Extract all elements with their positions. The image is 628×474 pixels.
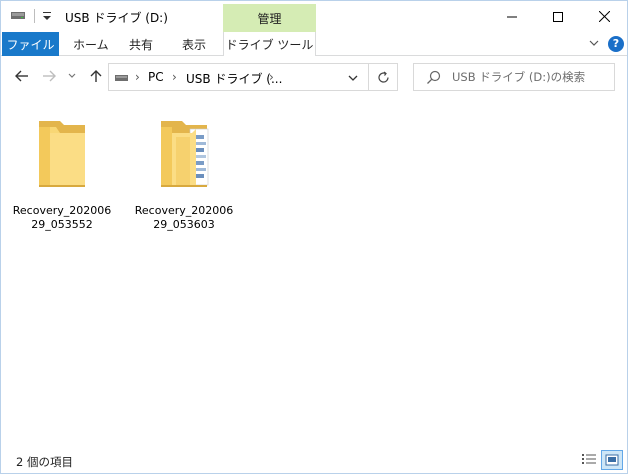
search-box[interactable] bbox=[413, 63, 615, 91]
tab-manage[interactable]: 管理 bbox=[223, 4, 316, 33]
folder-item[interactable]: Recovery_202006 29_053552 bbox=[11, 112, 113, 240]
details-view-button[interactable] bbox=[581, 451, 597, 467]
usb-drive-icon bbox=[11, 12, 25, 19]
search-input[interactable] bbox=[452, 64, 612, 90]
minimize-icon bbox=[507, 16, 517, 17]
expand-ribbon-icon[interactable] bbox=[589, 38, 599, 48]
title-separator bbox=[34, 9, 35, 23]
navigation-bar: › PC › USB ドライブ (... › bbox=[1, 56, 627, 98]
forward-button[interactable] bbox=[41, 68, 57, 84]
tab-home[interactable]: ホーム bbox=[73, 32, 109, 56]
back-button[interactable] bbox=[14, 68, 30, 84]
tab-share[interactable]: 共有 bbox=[129, 32, 153, 56]
tab-file[interactable]: ファイル bbox=[2, 32, 59, 56]
tab-view[interactable]: 表示 bbox=[182, 32, 206, 56]
tab-drive-tools[interactable]: ドライブ ツール bbox=[223, 32, 316, 56]
folder-name: Recovery_202006 29_053603 bbox=[134, 204, 234, 231]
up-button[interactable] bbox=[88, 68, 104, 84]
refresh-icon bbox=[377, 71, 389, 83]
quick-access-customize-icon[interactable] bbox=[42, 10, 52, 22]
maximize-button[interactable] bbox=[535, 1, 581, 32]
item-count: 2 個の項目 bbox=[16, 455, 73, 469]
maximize-icon bbox=[553, 11, 563, 22]
close-icon bbox=[598, 11, 610, 22]
arrow-left-icon bbox=[15, 70, 28, 82]
breadcrumb-separator[interactable]: › bbox=[269, 70, 274, 84]
folder-with-files-icon bbox=[161, 121, 209, 187]
recent-locations-button[interactable] bbox=[67, 68, 77, 84]
large-icons-view-button[interactable] bbox=[601, 450, 623, 470]
file-list: Recovery_202006 29_053552 Recovery_20200… bbox=[1, 98, 627, 446]
arrow-up-icon bbox=[90, 70, 102, 82]
search-icon bbox=[427, 70, 441, 84]
explorer-window: USB ドライブ (D:) 管理 ファイル ホーム 共有 表示 ドライブ ツール… bbox=[0, 0, 628, 474]
folder-name: Recovery_202006 29_053552 bbox=[12, 204, 112, 231]
close-button[interactable] bbox=[581, 1, 627, 32]
address-bar[interactable]: › PC › USB ドライブ (... › bbox=[108, 63, 369, 91]
folder-item[interactable]: Recovery_202006 29_053603 bbox=[133, 112, 235, 240]
chevron-down-icon[interactable] bbox=[347, 73, 359, 83]
help-button[interactable]: ? bbox=[608, 36, 624, 52]
breadcrumb-separator[interactable]: › bbox=[135, 70, 140, 84]
ribbon-tabs: ファイル ホーム 共有 表示 ドライブ ツール ? bbox=[1, 32, 627, 56]
minimize-button[interactable] bbox=[489, 1, 535, 32]
breadcrumb-usb-drive[interactable]: USB ドライブ (... bbox=[186, 70, 282, 87]
arrow-right-icon bbox=[43, 70, 56, 82]
breadcrumb-separator[interactable]: › bbox=[172, 70, 177, 84]
window-title: USB ドライブ (D:) bbox=[65, 11, 168, 25]
title-bar: USB ドライブ (D:) 管理 bbox=[1, 1, 627, 33]
breadcrumb-pc[interactable]: PC bbox=[148, 70, 164, 84]
chevron-down-icon bbox=[68, 73, 76, 78]
usb-drive-icon bbox=[115, 75, 128, 81]
refresh-button[interactable] bbox=[368, 63, 398, 91]
status-bar: 2 個の項目 bbox=[1, 447, 627, 473]
empty-folder-icon bbox=[39, 121, 85, 187]
large-icons-view-icon bbox=[605, 454, 619, 466]
details-view-icon bbox=[582, 454, 596, 464]
